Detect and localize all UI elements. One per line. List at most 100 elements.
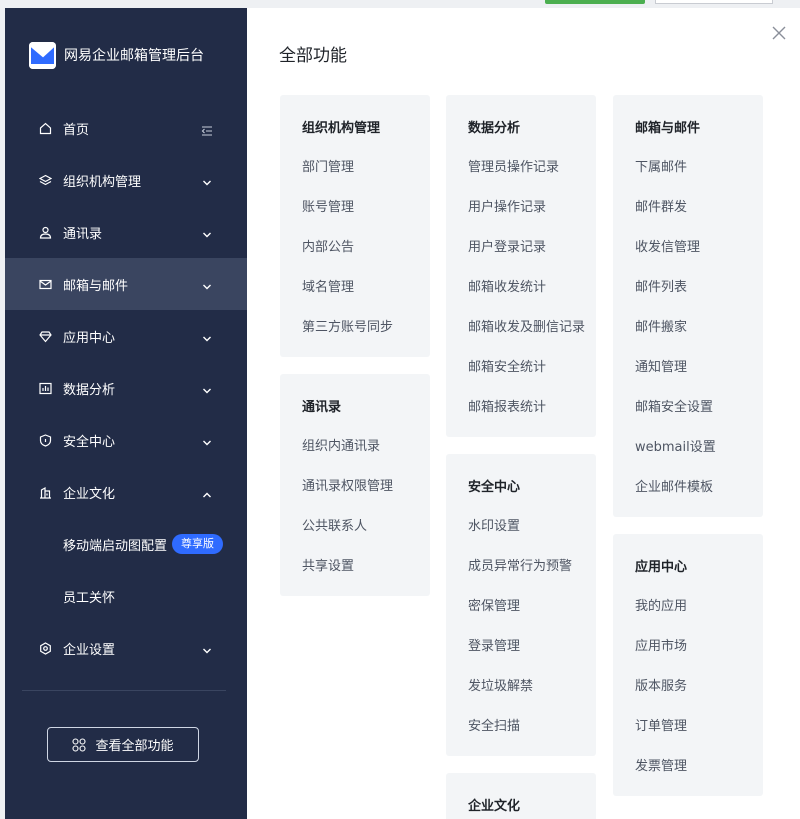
function-link[interactable]: 第三方账号同步 [302,316,393,335]
function-link[interactable]: 邮件列表 [635,276,687,295]
sidebar-item-label: 通讯录 [63,226,103,242]
sidebar-subitem-label: 移动端启动图配置 [63,538,168,554]
sidebar-item-security[interactable]: 安全中心 [5,414,247,466]
function-link[interactable]: 邮箱安全设置 [635,396,713,415]
logo-icon [29,41,56,69]
card-app-center: 应用中心 我的应用 应用市场 版本服务 订单管理 发票管理 [613,534,763,796]
function-link[interactable]: 登录管理 [468,635,520,654]
function-link[interactable]: 下属邮件 [635,156,687,175]
function-link[interactable]: 账号管理 [302,196,354,215]
sidebar-item-home[interactable]: 首页 [5,102,247,154]
card-title: 数据分析 [468,121,521,136]
card-title: 邮箱与邮件 [635,121,701,136]
function-link[interactable]: 密保管理 [468,595,520,614]
sidebar-item-app-center[interactable]: 应用中心 [5,310,247,362]
card-organization: 组织机构管理 部门管理 账号管理 内部公告 域名管理 第三方账号同步 [280,95,430,357]
card-title: 组织机构管理 [302,121,381,136]
chevron-down-icon [201,434,213,446]
card-title: 通讯录 [302,400,342,415]
mail-icon [38,277,52,291]
sidebar-subitem-launch-screen[interactable]: 移动端启动图配置 尊享版 [5,518,247,570]
home-icon [38,121,52,135]
sidebar-subitem-employee-care[interactable]: 员工关怀 [5,570,247,622]
card-data-analysis: 数据分析 管理员操作记录 用户操作记录 用户登录记录 邮箱收发统计 邮箱收发及删… [446,95,596,437]
function-link[interactable]: 我的应用 [635,595,687,614]
card-mailbox: 邮箱与邮件 下属邮件 邮件群发 收发信管理 邮件列表 邮件搬家 通知管理 邮箱安… [613,95,763,517]
function-link[interactable]: 订单管理 [635,715,687,734]
sidebar-item-label: 应用中心 [63,330,116,346]
settings-icon [38,641,52,655]
function-link[interactable]: 通知管理 [635,356,687,375]
browser-top-strip [0,0,800,8]
function-link[interactable]: 公共联系人 [302,515,367,534]
card-title: 企业文化 [468,799,521,814]
chevron-down-icon [201,330,213,342]
close-icon[interactable] [770,24,788,42]
function-link[interactable]: 邮箱报表统计 [468,396,546,415]
premium-badge: 尊享版 [172,534,223,554]
sidebar-item-label: 企业设置 [63,642,116,658]
sidebar-item-label: 企业文化 [63,486,116,502]
chevron-down-icon [201,382,213,394]
white-button-edge[interactable] [655,0,773,4]
function-link[interactable]: 邮件搬家 [635,316,687,335]
bar-chart-icon [38,381,52,395]
green-button-edge[interactable] [545,0,645,4]
function-link[interactable]: 发垃圾解禁 [468,675,533,694]
user-icon [38,225,52,239]
function-link[interactable]: 安全扫描 [468,715,520,734]
sidebar-item-organization[interactable]: 组织机构管理 [5,154,247,206]
sidebar-item-culture[interactable]: 企业文化 [5,466,247,518]
function-link[interactable]: 邮件群发 [635,196,687,215]
function-link[interactable]: 用户登录记录 [468,236,546,255]
function-link[interactable]: 用户操作记录 [468,196,546,215]
function-link[interactable]: 邮箱收发及删信记录 [468,316,585,335]
chevron-up-icon [201,486,213,498]
function-link[interactable]: 管理员操作记录 [468,156,559,175]
function-link[interactable]: 成员异常行为预警 [468,555,572,574]
function-link[interactable]: 组织内通讯录 [302,435,380,454]
function-link[interactable]: 企业邮件模板 [635,476,713,495]
all-functions-panel: 全部功能 组织机构管理 部门管理 账号管理 内部公告 域名管理 第三方账号同步 … [247,8,800,819]
card-contacts: 通讯录 组织内通讯录 通讯录权限管理 公共联系人 共享设置 [280,374,430,596]
diamond-icon [38,329,52,343]
view-all-label: 查看全部功能 [95,739,174,754]
function-link[interactable]: 收发信管理 [635,236,700,255]
function-link[interactable]: 水印设置 [468,515,520,534]
chevron-down-icon [201,642,213,654]
view-all-functions-button[interactable]: 查看全部功能 [47,727,199,762]
function-link[interactable]: 内部公告 [302,236,354,255]
function-link[interactable]: 共享设置 [302,555,354,574]
sidebar-item-data-analysis[interactable]: 数据分析 [5,362,247,414]
function-link[interactable]: 邮箱收发统计 [468,276,546,295]
sidebar-item-label: 邮箱与邮件 [63,278,129,294]
function-link[interactable]: 部门管理 [302,156,354,175]
sidebar-item-label: 安全中心 [63,434,116,450]
sidebar-item-mailbox[interactable]: 邮箱与邮件 [5,258,247,310]
sidebar-item-contacts[interactable]: 通讯录 [5,206,247,258]
function-link[interactable]: 发票管理 [635,755,687,774]
building-icon [38,485,52,499]
sidebar-subitem-label: 员工关怀 [63,590,116,606]
brand: 网易企业邮箱管理后台 [29,41,204,69]
function-link[interactable]: 应用市场 [635,635,687,654]
sidebar-item-label: 组织机构管理 [63,174,142,190]
grid-icon [72,737,87,752]
sidebar-item-label: 数据分析 [63,382,116,398]
collapse-sidebar-icon[interactable] [201,122,213,136]
sidebar-item-enterprise-settings[interactable]: 企业设置 [5,622,247,674]
sidebar: 网易企业邮箱管理后台 首页 组织机构管理 通讯录 邮箱与邮件 应用中心 数据分析… [5,8,247,819]
function-link[interactable]: 版本服务 [635,675,687,694]
function-link[interactable]: 通讯录权限管理 [302,475,393,494]
layers-icon [38,173,52,187]
chevron-down-icon [201,226,213,238]
sidebar-item-label: 首页 [63,122,90,138]
chevron-down-icon [201,174,213,186]
card-title: 应用中心 [635,560,688,575]
function-link[interactable]: webmail设置 [635,436,716,455]
function-link[interactable]: 域名管理 [302,276,354,295]
shield-icon [38,433,52,447]
function-link[interactable]: 邮箱安全统计 [468,356,546,375]
card-security: 安全中心 水印设置 成员异常行为预警 密保管理 登录管理 发垃圾解禁 安全扫描 [446,454,596,756]
card-culture: 企业文化 [446,773,596,819]
